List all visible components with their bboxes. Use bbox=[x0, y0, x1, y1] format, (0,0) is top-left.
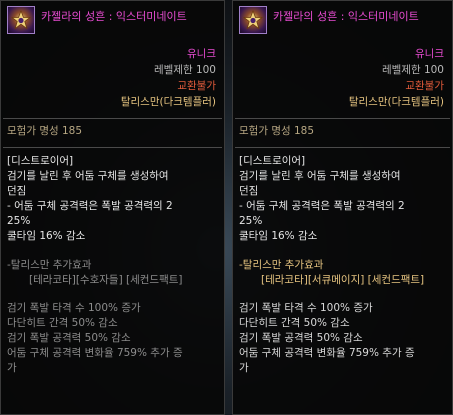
talisman-effect-heading: -탈리스만 추가효과 bbox=[7, 259, 92, 271]
item-name: 카젤라의 성흔 : 익스터미네이트 bbox=[273, 10, 419, 23]
skill-desc-line: 던짐 bbox=[7, 185, 27, 197]
talisman-runes: [테라코타][수호자들] [세컨드팩트] bbox=[29, 274, 183, 286]
effect-line: 어둠 구체 공격력 변화율 759% 추가 증 bbox=[239, 347, 415, 359]
effect-list: 검기 폭발 타격 수 100% 증가 다단히트 간격 50% 감소 검기 폭발 … bbox=[239, 301, 448, 376]
effect-line: 검기 폭발 공격력 50% 감소 bbox=[239, 332, 363, 344]
trade-status: 교환불가 bbox=[177, 80, 216, 92]
effect-line: 어둠 구체 공격력 변화율 759% 추가 증 bbox=[7, 347, 183, 359]
effect-line: 검기 폭발 타격 수 100% 증가 bbox=[7, 302, 141, 314]
effect-line: 다단히트 간격 50% 감소 bbox=[7, 317, 118, 329]
level-limit: 레벨제한 100 bbox=[381, 64, 444, 76]
level-limit: 레벨제한 100 bbox=[153, 64, 216, 76]
skill-bullet-line: 25% bbox=[239, 215, 263, 227]
skill-desc-line: 검기를 날린 후 어둠 구체를 생성하여 bbox=[239, 170, 401, 182]
skill-bullet-line: - 어둠 구체 공격력은 폭발 공격력의 2 bbox=[239, 200, 405, 212]
item-tooltip-left: 카젤라의 성흔 : 익스터미네이트 유니크 레벨제한 100 교환불가 탈리스만… bbox=[0, 0, 225, 415]
item-name: 카젤라의 성흔 : 익스터미네이트 bbox=[41, 10, 187, 23]
adventurer-fame: 모험가 명성 185 bbox=[7, 125, 83, 137]
cooldown-text: 쿨타임 16% 감소 bbox=[7, 230, 86, 242]
skill-title: [디스트로이어] bbox=[7, 155, 74, 167]
skill-title: [디스트로이어] bbox=[239, 155, 306, 167]
skill-bullet-line: 25% bbox=[7, 215, 31, 227]
item-type: 탈리스만(다크템플러) bbox=[348, 96, 444, 108]
talisman-emblem-icon[interactable] bbox=[239, 6, 267, 34]
item-type: 탈리스만(다크템플러) bbox=[120, 96, 216, 108]
effect-line: 다단히트 간격 50% 감소 bbox=[239, 317, 350, 329]
effect-line: 가 bbox=[239, 362, 249, 374]
item-meta: 유니크 레벨제한 100 교환불가 탈리스만(다크템플러) bbox=[1, 47, 224, 111]
effect-line: 검기 폭발 공격력 50% 감소 bbox=[7, 332, 131, 344]
effect-line: 가 bbox=[7, 362, 17, 374]
skill-section: [디스트로이어] 검기를 날린 후 어둠 구체를 생성하여 던짐 - 어둠 구체… bbox=[233, 148, 452, 376]
effect-list: 검기 폭발 타격 수 100% 증가 다단히트 간격 50% 감소 검기 폭발 … bbox=[7, 301, 220, 376]
skill-desc-line: 검기를 날린 후 어둠 구체를 생성하여 bbox=[7, 170, 169, 182]
item-meta: 유니크 레벨제한 100 교환불가 탈리스만(다크템플러) bbox=[233, 47, 452, 111]
rarity-label: 유니크 bbox=[415, 48, 444, 60]
skill-desc-line: 던짐 bbox=[239, 185, 259, 197]
skill-section: [디스트로이어] 검기를 날린 후 어둠 구체를 생성하여 던짐 - 어둠 구체… bbox=[1, 148, 224, 376]
rarity-label: 유니크 bbox=[187, 48, 216, 60]
trade-status: 교환불가 bbox=[405, 80, 444, 92]
talisman-emblem-icon[interactable] bbox=[7, 6, 35, 34]
talisman-effect-heading: -탈리스만 추가효과 bbox=[239, 259, 324, 271]
cooldown-text: 쿨타임 16% 감소 bbox=[239, 230, 318, 242]
adventurer-fame: 모험가 명성 185 bbox=[239, 125, 315, 137]
skill-bullet-line: - 어둠 구체 공격력은 폭발 공격력의 2 bbox=[7, 200, 173, 212]
tooltip-header: 카젤라의 성흔 : 익스터미네이트 bbox=[233, 1, 452, 47]
item-tooltip-right: 카젤라의 성흔 : 익스터미네이트 유니크 레벨제한 100 교환불가 탈리스만… bbox=[232, 0, 453, 415]
effect-line: 검기 폭발 타격 수 100% 증가 bbox=[239, 302, 373, 314]
talisman-runes: [테라코타][서큐메이지] [세컨드팩트] bbox=[261, 274, 425, 286]
tooltip-header: 카젤라의 성흔 : 익스터미네이트 bbox=[1, 1, 224, 47]
